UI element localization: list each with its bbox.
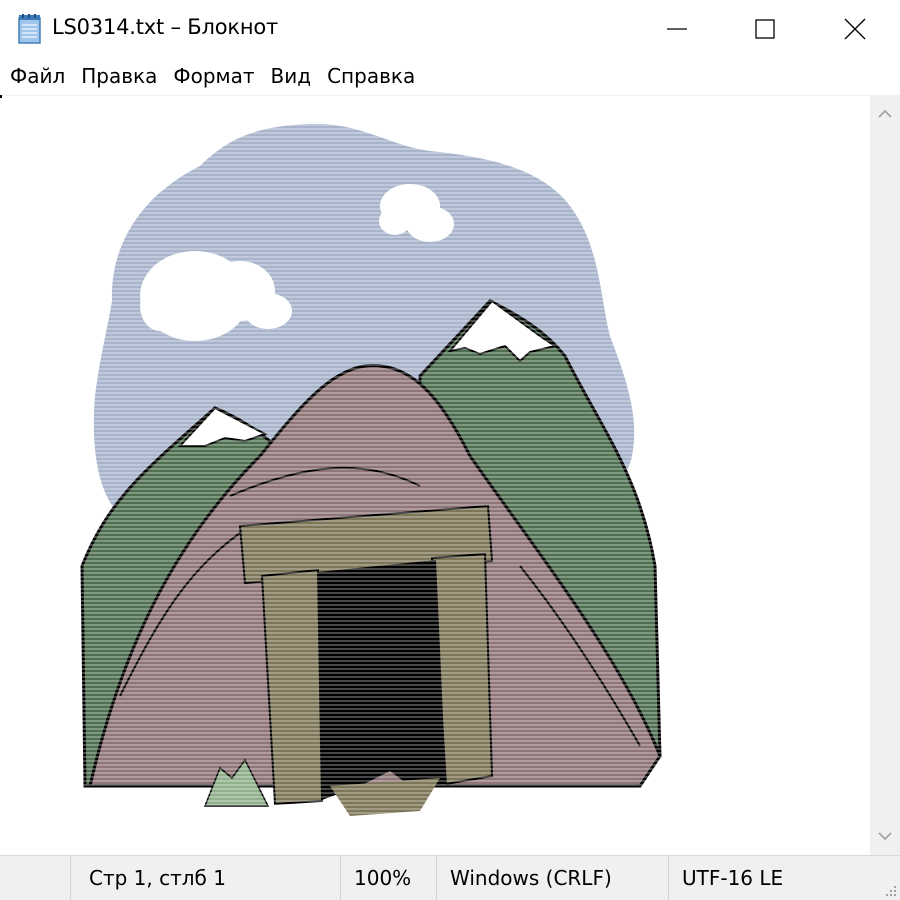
- minimize-button[interactable]: [632, 0, 722, 58]
- status-divider: [70, 856, 71, 900]
- chevron-up-icon: [878, 109, 892, 118]
- scroll-down-button[interactable]: [870, 821, 900, 851]
- maximize-icon: [755, 19, 775, 39]
- resize-grip-icon[interactable]: [882, 882, 898, 898]
- status-divider: [668, 856, 669, 900]
- scroll-up-button[interactable]: [870, 99, 900, 129]
- menu-format[interactable]: Формат: [165, 59, 262, 93]
- close-button[interactable]: [810, 0, 900, 58]
- status-divider: [436, 856, 437, 900]
- cursor-position: Стр 1, стлб 1: [89, 866, 226, 890]
- vertical-scrollbar[interactable]: [870, 95, 900, 855]
- minimize-icon: [667, 28, 687, 30]
- text-caret: [0, 95, 2, 98]
- status-bar: Стр 1, стлб 1 100% Windows (CRLF) UTF-16…: [0, 855, 900, 900]
- text-editor-area[interactable]: [0, 95, 870, 855]
- encoding: UTF-16 LE: [682, 866, 784, 890]
- status-divider: [340, 856, 341, 900]
- menu-view[interactable]: Вид: [263, 59, 320, 93]
- zoom-level: 100%: [354, 866, 412, 890]
- close-icon: [844, 18, 866, 40]
- menu-help[interactable]: Справка: [319, 59, 423, 93]
- window-title: LS0314.txt – Блокнот: [52, 15, 279, 39]
- menu-file[interactable]: Файл: [2, 59, 73, 93]
- maximize-button[interactable]: [720, 0, 810, 58]
- scanline-overlay: [80, 121, 670, 821]
- chevron-down-icon: [878, 832, 892, 841]
- title-bar[interactable]: LS0314.txt – Блокнот: [0, 0, 900, 58]
- notepad-icon: [18, 14, 41, 44]
- cave-artwork: [80, 121, 670, 821]
- menu-bar: Файл Правка Формат Вид Справка: [0, 58, 900, 94]
- line-endings: Windows (CRLF): [450, 866, 612, 890]
- menu-edit[interactable]: Правка: [73, 59, 165, 93]
